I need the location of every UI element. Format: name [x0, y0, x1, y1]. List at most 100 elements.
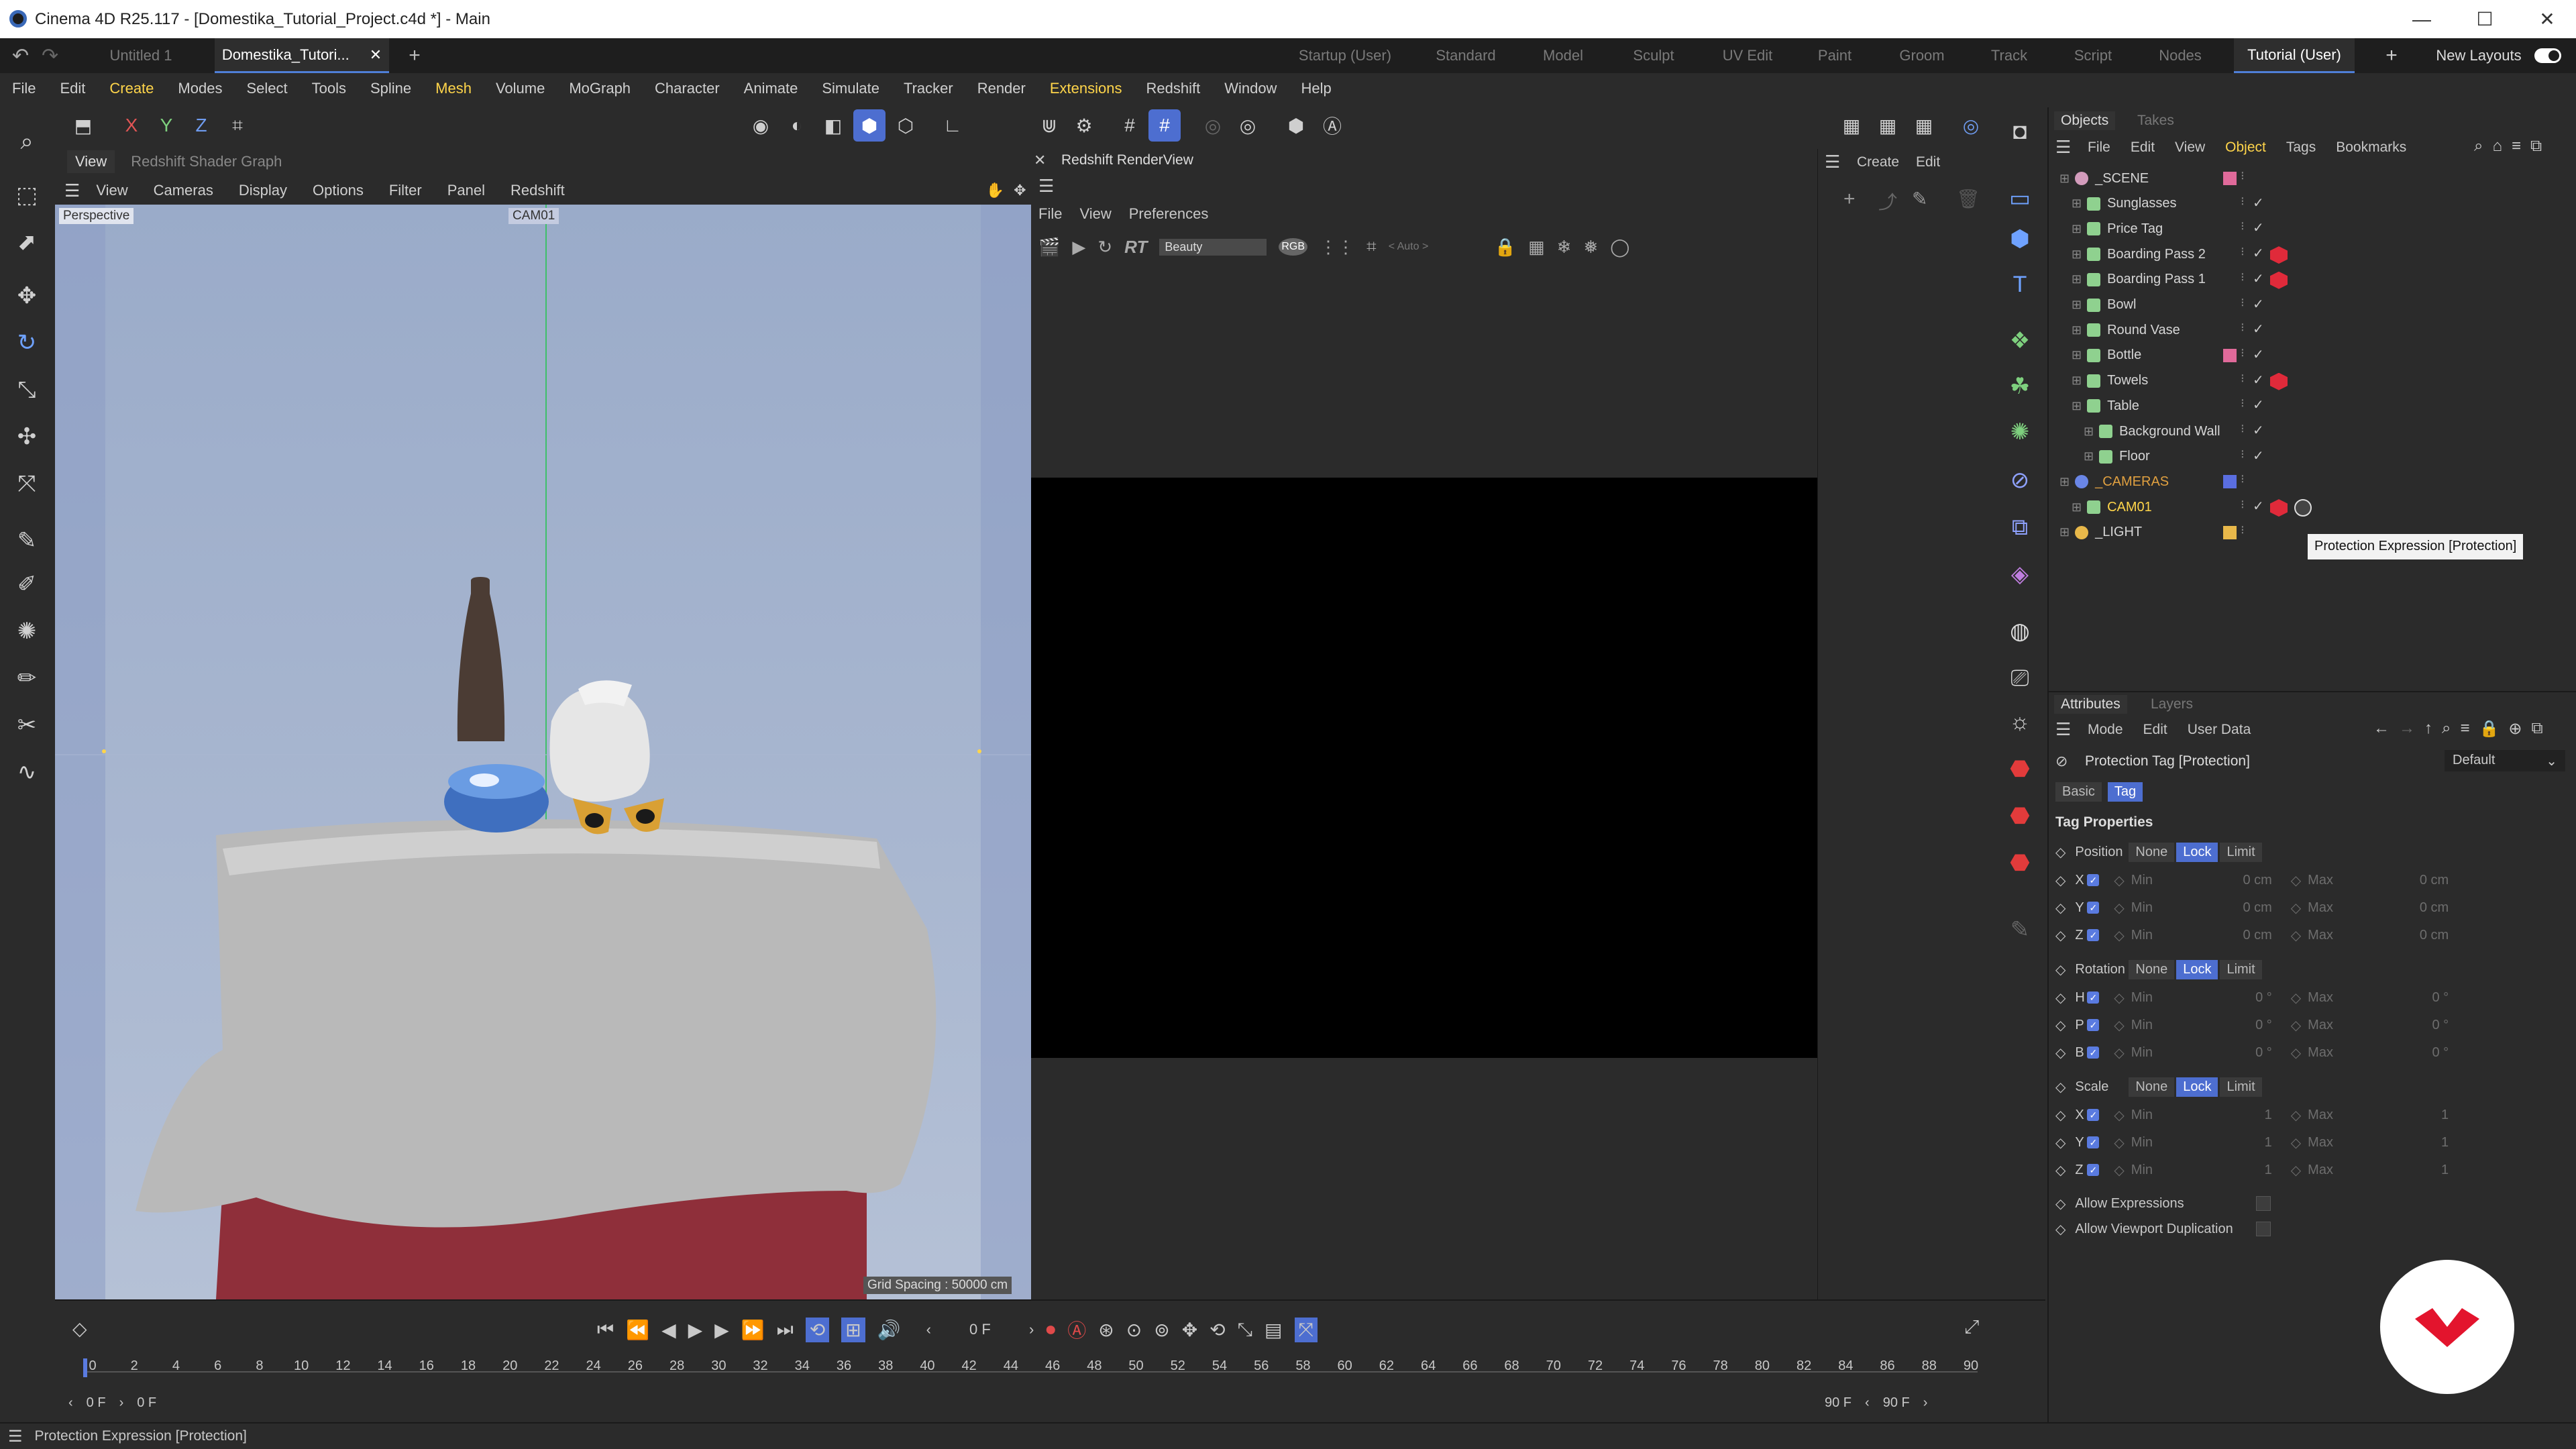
menu-extensions[interactable]: Extensions	[1050, 80, 1122, 97]
redshift-camera-icon[interactable]: ⬣	[2002, 798, 2037, 833]
expand-icon[interactable]: ⊞	[2072, 298, 2082, 312]
obj-menu-tags[interactable]: Tags	[2286, 140, 2316, 156]
clapper-icon[interactable]: 🎬	[1038, 237, 1060, 258]
tab-layers[interactable]: Layers	[2151, 696, 2193, 712]
cube-icon[interactable]: ⬢	[2002, 221, 2037, 256]
menu-mograph[interactable]: MoGraph	[569, 80, 631, 97]
vp-menu-filter[interactable]: Filter	[389, 182, 422, 199]
layout-tab-groom[interactable]: Groom	[1878, 38, 1966, 73]
layout-tab-startup[interactable]: Startup (User)	[1288, 38, 1402, 73]
render-output[interactable]	[1031, 478, 1817, 1058]
keyframe-diamond-icon[interactable]: ◇	[2114, 1162, 2124, 1179]
points-mode-icon[interactable]: ◉	[745, 109, 777, 142]
allow-expressions-checkbox[interactable]	[2256, 1196, 2271, 1211]
visibility-dots-icon[interactable]: ⁝	[2241, 472, 2245, 486]
visibility-dots-icon[interactable]: ⁝	[2241, 219, 2245, 233]
keyframe-diamond-icon[interactable]: ◇	[2291, 872, 2301, 889]
axis-checkbox[interactable]: ✓	[2087, 1109, 2100, 1121]
snap-settings-icon[interactable]: ⚙	[1068, 109, 1100, 142]
rt-toggle[interactable]: RT	[1124, 237, 1147, 258]
keyframe-diamond-icon[interactable]: ◇	[2055, 1134, 2065, 1151]
viewport-tab-view[interactable]: View	[67, 150, 115, 173]
viewport-hamburger-icon[interactable]: ☰	[64, 180, 80, 201]
auto-icon[interactable]: Ⓐ	[1316, 109, 1348, 142]
expand-icon[interactable]: ⊞	[2072, 248, 2082, 262]
frame-prev-arrow-icon[interactable]: ‹	[926, 1321, 931, 1338]
live-select-icon[interactable]: ⬚	[9, 178, 44, 213]
objects-home-icon[interactable]: ⌂	[2492, 137, 2502, 156]
environment-icon[interactable]: ◍	[2002, 614, 2037, 649]
visibility-dots-icon[interactable]: ⁝	[2241, 195, 2245, 209]
layout-tab-tutorial[interactable]: Tutorial (User)	[2234, 38, 2355, 73]
scale-icon[interactable]: ⤡	[9, 372, 44, 407]
min-value-field[interactable]: 1	[2171, 1163, 2272, 1178]
enabled-check-icon[interactable]: ✓	[2253, 321, 2264, 337]
minimize-button[interactable]: —	[2387, 0, 2457, 38]
solo-icon[interactable]: ◎	[1197, 109, 1229, 142]
expand-icon[interactable]: ⊞	[2059, 172, 2070, 186]
keyframe-diamond-icon[interactable]: ◇	[2114, 1107, 2124, 1124]
range-start-field[interactable]: 0 F	[87, 1395, 106, 1411]
visibility-dots-icon[interactable]: ⁝	[2241, 169, 2245, 183]
axis-checkbox[interactable]: ✓	[2087, 1136, 2100, 1148]
menu-create[interactable]: Create	[109, 80, 154, 97]
render-view-icon[interactable]: ▦	[1872, 109, 1904, 142]
enabled-check-icon[interactable]: ✓	[2253, 422, 2264, 439]
loop-icon[interactable]: ⟲	[805, 1317, 830, 1342]
coordinate-system-icon[interactable]: ⌗	[221, 109, 254, 142]
create-add-icon[interactable]: +	[1843, 188, 1856, 211]
visibility-dots-icon[interactable]: ⁝	[2241, 498, 2245, 512]
viewport-tab-shader-graph[interactable]: Redshift Shader Graph	[131, 153, 282, 170]
create-menu-create[interactable]: Create	[1857, 154, 1899, 170]
layout-tab-script[interactable]: Script	[2053, 38, 2133, 73]
knife-icon[interactable]: ✂	[9, 708, 44, 743]
field-icon[interactable]: ⧉	[2002, 510, 2037, 545]
keyframe-icon[interactable]: ◇	[72, 1318, 87, 1340]
key-position-icon[interactable]: ✥	[1182, 1319, 1197, 1341]
expand-icon[interactable]: ⊞	[2059, 525, 2070, 539]
attr-menu-edit[interactable]: Edit	[2143, 722, 2167, 738]
new-layouts-button[interactable]: New Layouts	[2428, 38, 2529, 73]
axis-y-icon[interactable]: Y	[150, 109, 182, 142]
menu-redshift[interactable]: Redshift	[1146, 80, 1200, 97]
keyframe-diamond-icon[interactable]: ◇	[2055, 1017, 2065, 1034]
keyframe-diamond-icon[interactable]: ◇	[2055, 900, 2065, 916]
enabled-check-icon[interactable]: ✓	[2253, 396, 2264, 413]
layer-color-swatch[interactable]	[2223, 172, 2237, 185]
rv-menu-preferences[interactable]: Preferences	[1129, 205, 1209, 223]
undo-view-icon[interactable]: ⬒	[67, 109, 99, 142]
snowflake-icon[interactable]: ❄	[1557, 237, 1572, 258]
render-region-icon[interactable]: ▦	[1835, 109, 1868, 142]
max-value-field[interactable]: 0 °	[2348, 1018, 2449, 1033]
keyframe-diamond-icon[interactable]: ◇	[2291, 1044, 2301, 1061]
enabled-check-icon[interactable]: ✓	[2253, 219, 2264, 236]
spline-pen-icon[interactable]: ✎	[9, 523, 44, 558]
spline-sketch-icon[interactable]: ✐	[9, 567, 44, 602]
vp-menu-redshift[interactable]: Redshift	[511, 182, 565, 199]
undo-icon[interactable]: ↶	[12, 44, 29, 68]
keyframe-diamond-icon[interactable]: ◇	[2055, 989, 2065, 1006]
expand-icon[interactable]: ⊞	[2072, 222, 2082, 236]
min-value-field[interactable]: 0 cm	[2171, 873, 2271, 888]
mode-lock-button[interactable]: Lock	[2176, 842, 2218, 862]
obj-menu-edit[interactable]: Edit	[2131, 140, 2155, 156]
play-icon[interactable]: ▶	[688, 1319, 703, 1341]
go-to-start-icon[interactable]: ⏮	[597, 1319, 614, 1341]
create-hamburger-icon[interactable]: ☰	[1825, 152, 1840, 172]
vp-menu-display[interactable]: Display	[239, 182, 287, 199]
max-value-field[interactable]: 1	[2348, 1163, 2449, 1178]
record-icon[interactable]: ⏺	[1046, 1319, 1055, 1341]
visibility-dots-icon[interactable]: ⁝	[2241, 422, 2245, 436]
layout-tab-standard[interactable]: Standard	[1422, 38, 1509, 73]
keyframe-diamond-icon[interactable]: ◇	[2114, 1134, 2124, 1151]
timeline-expand-icon[interactable]: ⤢	[1964, 1316, 1979, 1338]
status-hamburger-icon[interactable]: ☰	[8, 1427, 23, 1446]
menu-file[interactable]: File	[12, 80, 36, 97]
layout-tab-nodes[interactable]: Nodes	[2140, 38, 2220, 73]
snap-magnet-icon[interactable]: ⋓	[1033, 109, 1065, 142]
keyframe-diamond-icon[interactable]: ◇	[2291, 1107, 2301, 1124]
max-value-field[interactable]: 1	[2348, 1135, 2449, 1150]
sound-icon[interactable]: 🔊	[877, 1319, 901, 1341]
preset-dropdown[interactable]: Default ⌄	[2445, 750, 2565, 771]
obj-menu-file[interactable]: File	[2088, 140, 2110, 156]
